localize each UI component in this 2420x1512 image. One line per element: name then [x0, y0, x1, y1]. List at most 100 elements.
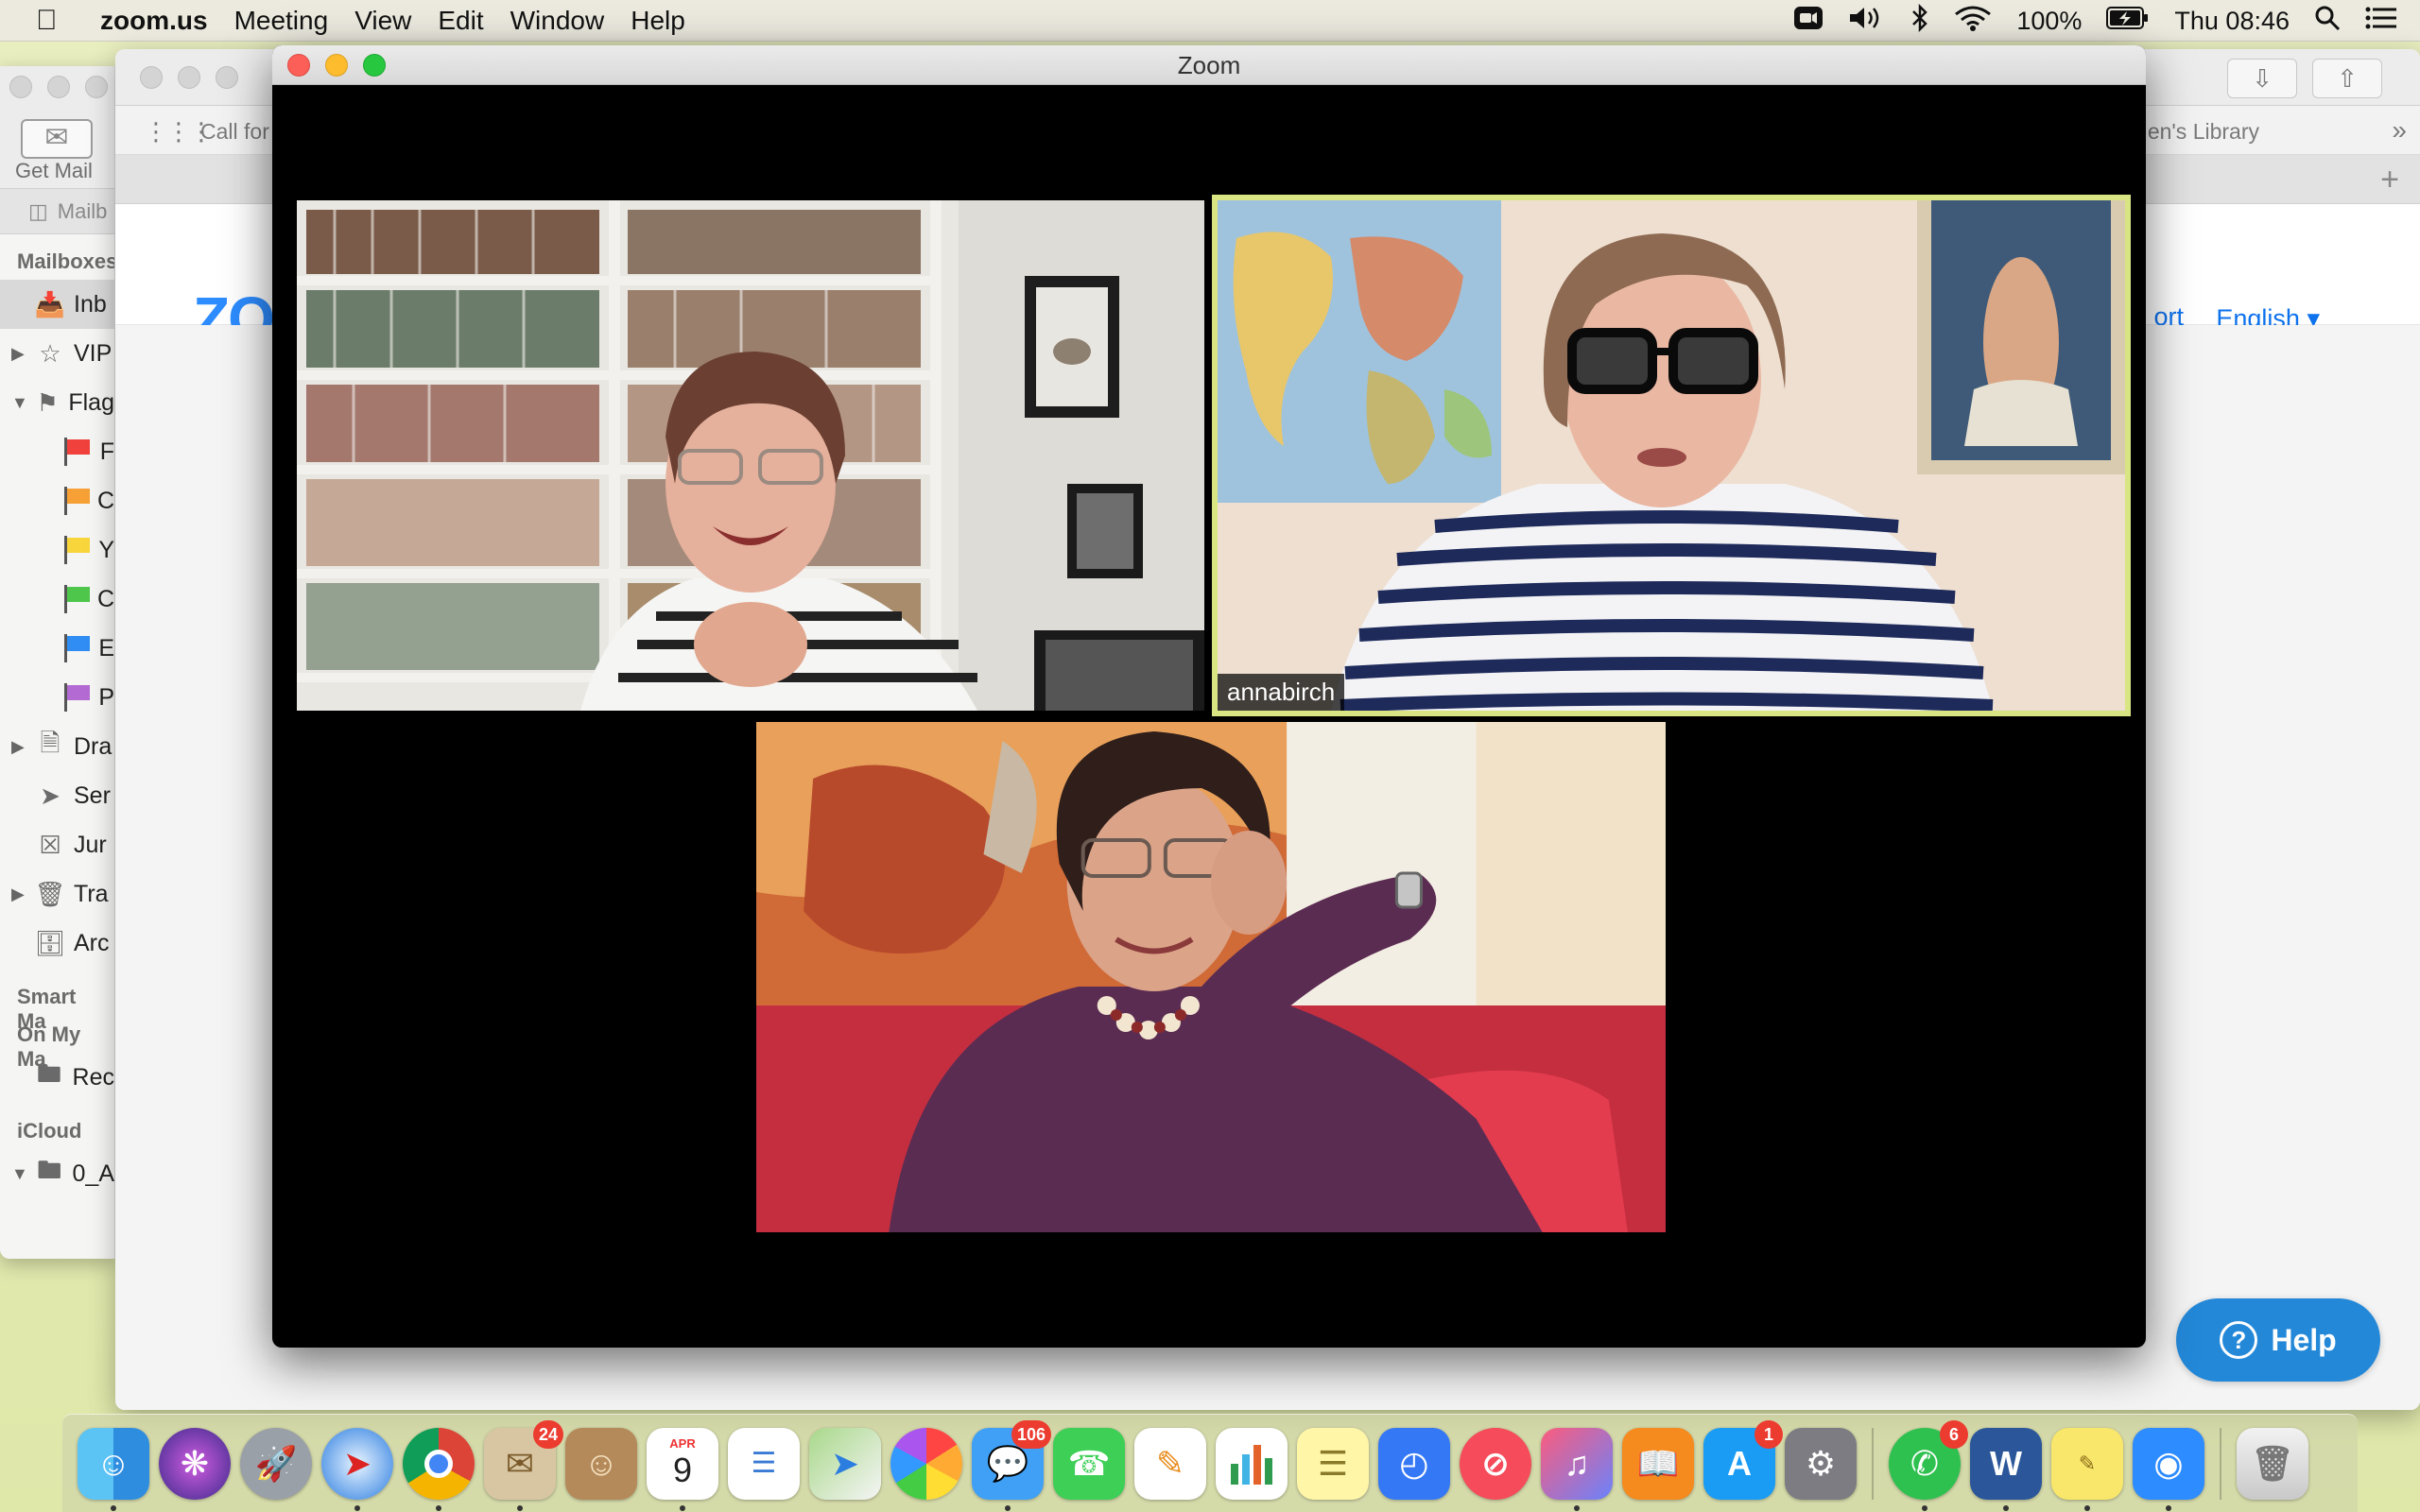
- get-mail-label[interactable]: Get Mail: [15, 159, 93, 183]
- bookmark-call-for[interactable]: Call for: [200, 119, 269, 145]
- envelope-icon[interactable]: ✉: [21, 119, 93, 159]
- zoom-title-bar: Zoom: [272, 45, 2146, 85]
- sidebar-item-trash[interactable]: ▶ 🗑 Tra: [0, 869, 114, 919]
- sidebar-item-flagged[interactable]: ▼ ⚑ Flag: [0, 378, 114, 427]
- yellow-flag-icon: [64, 536, 91, 564]
- sidebar-toggle-icon[interactable]: ◫: [28, 199, 48, 224]
- minimize-button[interactable]: [47, 76, 70, 98]
- clock[interactable]: Thu 08:46: [2174, 7, 2290, 36]
- archive-icon: 🗄: [34, 928, 66, 957]
- chevron-right-icon[interactable]: »: [2392, 115, 2407, 146]
- star-icon: ☆: [39, 338, 61, 368]
- zoom-status-icon[interactable]: [1793, 5, 1824, 38]
- mail-icon[interactable]: ✉ 24: [484, 1419, 563, 1511]
- chrome-icon[interactable]: [403, 1427, 475, 1511]
- wifi-icon[interactable]: [1954, 5, 1992, 38]
- system-preferences-icon[interactable]: ⚙: [1785, 1427, 1857, 1500]
- help-label: Help: [2271, 1322, 2337, 1357]
- news-icon[interactable]: ⊘: [1460, 1427, 1531, 1500]
- participant-video: [756, 722, 1666, 1232]
- trash-icon[interactable]: 🗑: [2237, 1427, 2308, 1500]
- contacts-icon[interactable]: ☺: [565, 1427, 637, 1500]
- siri-icon[interactable]: ❋: [159, 1427, 231, 1500]
- flag-item-yellow[interactable]: Y: [0, 525, 114, 575]
- facetime-icon[interactable]: ☎: [1053, 1427, 1125, 1500]
- sidebar-item-drafts[interactable]: ▶ 🗎 Dra: [0, 722, 114, 771]
- flag-item-purple[interactable]: P: [0, 673, 114, 722]
- zoom-button[interactable]: [85, 76, 108, 98]
- close-button[interactable]: [140, 66, 163, 89]
- zoom-app-icon[interactable]: ◉: [2133, 1427, 2204, 1511]
- sidebar-item-archive[interactable]: 🗄 Arc: [0, 919, 114, 968]
- new-tab-button[interactable]: +: [2369, 159, 2411, 200]
- video-tile-participant-1[interactable]: [297, 200, 1204, 711]
- participant-name-label: annabirch: [1218, 674, 1345, 711]
- menu-meeting[interactable]: Meeting: [234, 6, 329, 36]
- flag-label: Y: [98, 536, 114, 563]
- calendar-icon[interactable]: APR 9: [647, 1427, 718, 1511]
- flag-item-blue[interactable]: E: [0, 624, 114, 673]
- calendar-day: 9: [672, 1451, 693, 1489]
- flag-label: C: [96, 487, 114, 514]
- fullscreen-button[interactable]: [363, 54, 386, 77]
- launchpad-icon[interactable]: 🚀: [240, 1427, 312, 1500]
- close-button[interactable]: [9, 76, 32, 98]
- notes-icon[interactable]: ☰: [1297, 1427, 1369, 1500]
- download-icon[interactable]: ⇩: [2227, 59, 2297, 98]
- apple-icon[interactable]: : [36, 5, 74, 37]
- sidebar-item-folder0[interactable]: ▼ 🖿 0_A: [0, 1149, 114, 1198]
- numbers-icon[interactable]: [1216, 1427, 1288, 1500]
- close-button[interactable]: [287, 54, 310, 77]
- disclosure-icon[interactable]: ▶: [11, 737, 26, 757]
- sidebar-item-vip[interactable]: ▶ ☆ VIP: [0, 329, 114, 378]
- menu-app-name[interactable]: zoom.us: [100, 6, 208, 36]
- volume-icon[interactable]: [1848, 5, 1886, 38]
- menu-window[interactable]: Window: [510, 6, 605, 36]
- flag-item-green[interactable]: C: [0, 575, 114, 624]
- messages-icon[interactable]: 💬 106: [972, 1419, 1051, 1511]
- video-tile-participant-3[interactable]: [756, 722, 1666, 1232]
- disclosure-icon[interactable]: ▶: [11, 344, 26, 364]
- share-icon[interactable]: ⇧: [2312, 59, 2382, 98]
- battery-icon[interactable]: [2106, 6, 2150, 37]
- disclosure-icon[interactable]: ▼: [11, 1164, 28, 1184]
- whatsapp-badge: 6: [1940, 1419, 1968, 1449]
- flag-item-red[interactable]: F: [0, 427, 114, 476]
- sidebar-item-junk[interactable]: ☒ Jur: [0, 820, 114, 869]
- video-tile-active-speaker[interactable]: annabirch: [1212, 195, 2131, 716]
- disclosure-icon[interactable]: ▶: [11, 885, 26, 904]
- notification-center-icon[interactable]: [2365, 6, 2397, 37]
- zoom-button[interactable]: [216, 66, 238, 89]
- stickies-icon[interactable]: ✎: [2051, 1427, 2123, 1511]
- smart-mailboxes-section: Smart Ma: [17, 985, 77, 1033]
- mailboxes-tab[interactable]: Mailb: [58, 199, 108, 224]
- flag-item-orange[interactable]: C: [0, 476, 114, 525]
- disclosure-icon[interactable]: ▼: [11, 393, 28, 413]
- keynote-icon[interactable]: ◴: [1378, 1427, 1450, 1500]
- pages-icon[interactable]: ✎: [1134, 1427, 1206, 1500]
- word-icon[interactable]: W: [1970, 1427, 2042, 1511]
- photos-icon[interactable]: [890, 1427, 962, 1500]
- menu-help[interactable]: Help: [631, 6, 685, 36]
- whatsapp-icon[interactable]: ✆ 6: [1889, 1419, 1968, 1511]
- mail-badge: 24: [532, 1419, 563, 1449]
- safari-icon[interactable]: ➤: [321, 1427, 393, 1511]
- sidebar-item-label: Jur: [74, 831, 107, 858]
- minimize-button[interactable]: [325, 54, 348, 77]
- sidebar-item-sent[interactable]: ➤ Ser: [0, 771, 114, 820]
- maps-icon[interactable]: ➤: [809, 1427, 881, 1500]
- help-button[interactable]: ? Help: [2176, 1298, 2380, 1382]
- bluetooth-icon[interactable]: [1910, 3, 1929, 39]
- sidebar-item-inbox[interactable]: 📥 Inb: [0, 280, 114, 329]
- app-store-icon[interactable]: A1: [1703, 1419, 1783, 1500]
- spotlight-icon[interactable]: [2314, 5, 2341, 38]
- menu-edit[interactable]: Edit: [438, 6, 483, 36]
- menu-view[interactable]: View: [354, 6, 411, 36]
- books-icon[interactable]: 📖: [1622, 1427, 1694, 1500]
- minimize-button[interactable]: [178, 66, 200, 89]
- sidebar-item-label: Ser: [74, 782, 111, 809]
- reminders-icon[interactable]: ☰: [728, 1427, 800, 1500]
- mail-window: ✉ Get Mail ◫ Mailb Mailboxes 📥 Inb ▶ ☆ VIP …: [0, 66, 115, 1259]
- music-icon[interactable]: ♫: [1541, 1427, 1613, 1511]
- finder-icon[interactable]: ☺: [78, 1427, 149, 1511]
